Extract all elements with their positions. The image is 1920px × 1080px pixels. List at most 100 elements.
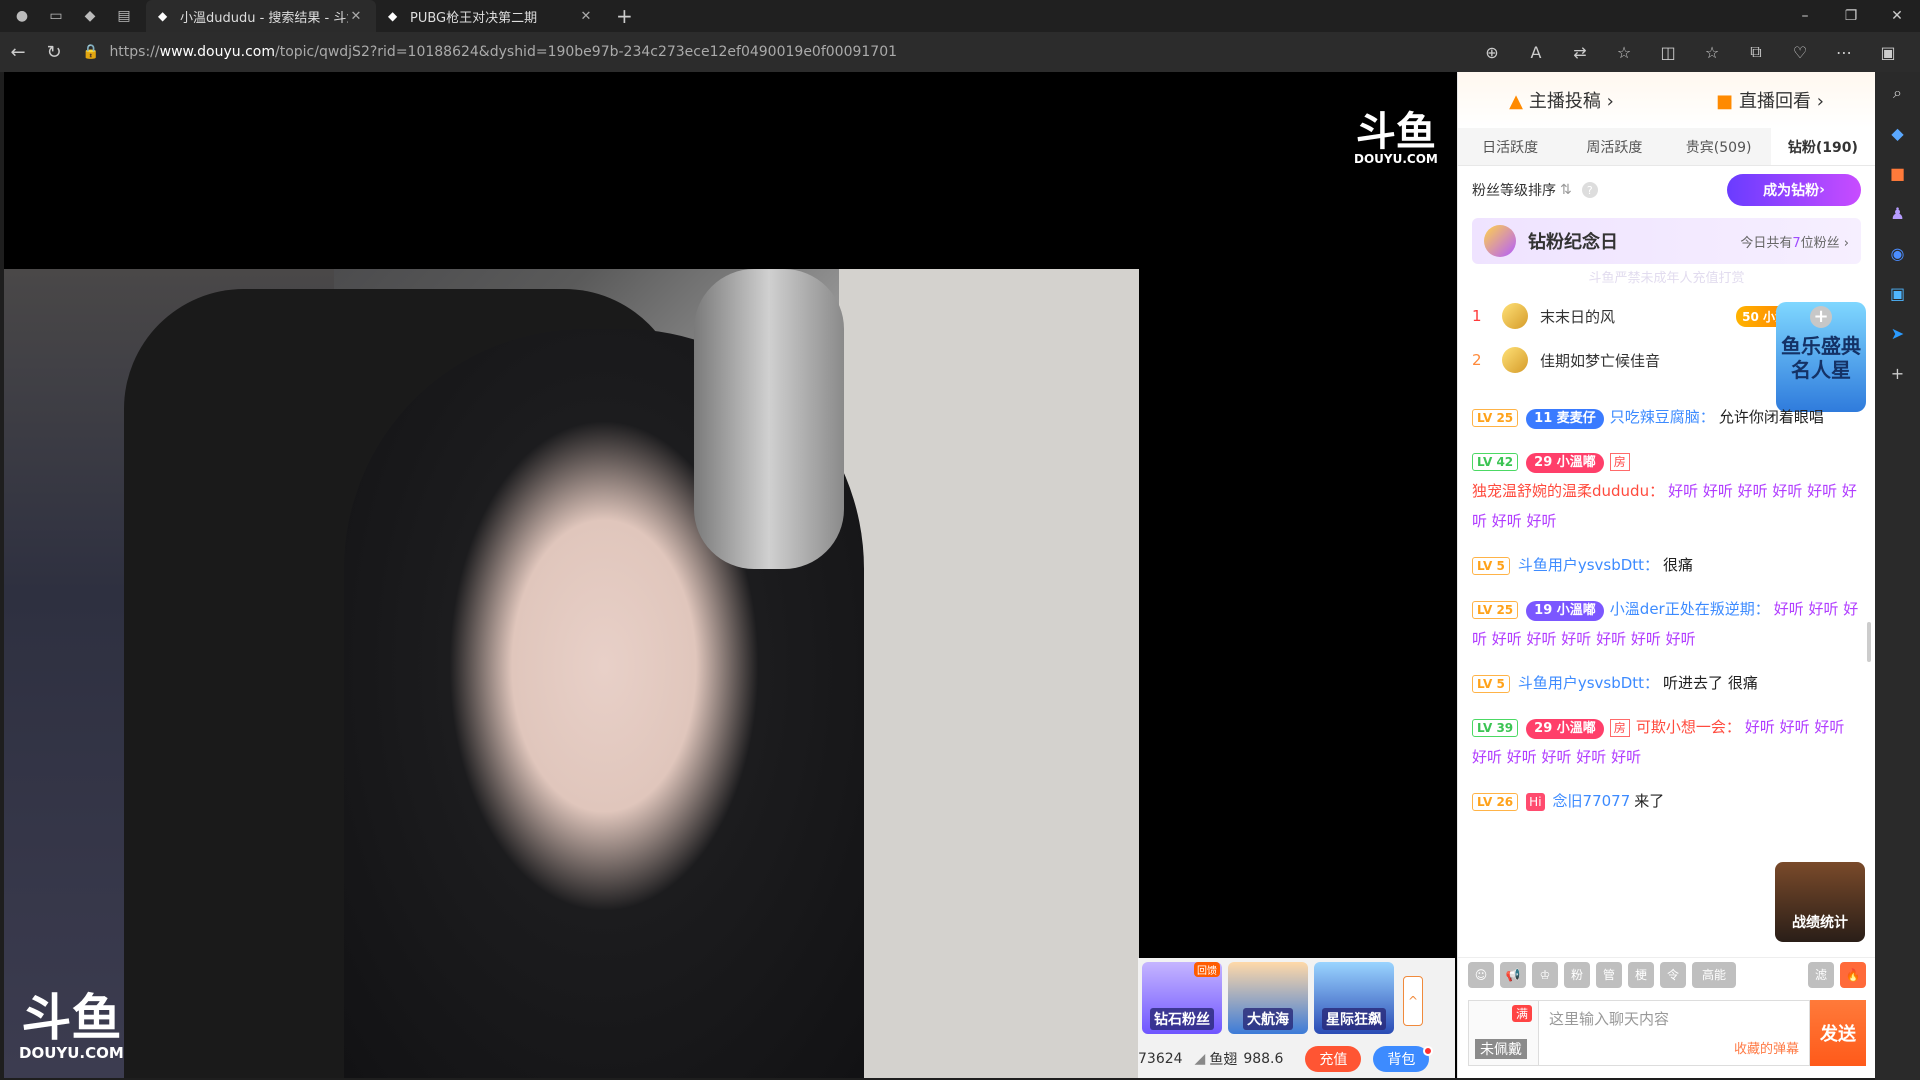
logo-domain: DOUYU.COM: [1354, 152, 1438, 166]
room-badge: 房: [1609, 719, 1630, 737]
fan-badge-selector[interactable]: 满 未佩戴: [1468, 1000, 1538, 1066]
chat-username[interactable]: 只吃辣豆腐脑：: [1610, 408, 1715, 426]
gift-expand-button[interactable]: ^: [1403, 976, 1423, 1026]
collections-icon[interactable]: ⧉: [1734, 42, 1778, 62]
calendar-icon[interactable]: ▤: [112, 4, 136, 28]
chat-input[interactable]: [1539, 1001, 1809, 1037]
anniv-suffix: 位粉丝: [1800, 235, 1840, 251]
search-icon[interactable]: ⌕: [1887, 82, 1909, 104]
replay-icon: ■: [1715, 91, 1733, 112]
yuchi-count: 988.6: [1243, 1051, 1284, 1067]
anniversary-count[interactable]: 今日共有7位粉丝 ›: [1740, 232, 1849, 251]
charge-button[interactable]: 充值: [1305, 1046, 1362, 1072]
chat-username[interactable]: 小溫der正处在叛逆期：: [1610, 600, 1770, 618]
restore-icon[interactable]: ❐: [1828, 0, 1874, 32]
back-icon[interactable]: ←: [0, 34, 36, 70]
chat-username[interactable]: 独宠温舒婉的温柔dududu：: [1472, 482, 1664, 500]
copilot-icon[interactable]: ◉: [1887, 242, 1909, 264]
hi-badge: Hi: [1526, 793, 1545, 811]
tab-vip[interactable]: 贵宾(509): [1667, 128, 1771, 165]
fan-tool-button[interactable]: 粉: [1564, 961, 1590, 988]
celebrity-promo-banner[interactable]: + 鱼乐盛典名人星: [1776, 302, 1866, 412]
douyu-watermark-bottom: 斗鱼 DOUYU.COM: [19, 992, 124, 1062]
anchor-submit-label: 主播投稿: [1528, 91, 1601, 112]
filter-button[interactable]: 滤: [1808, 961, 1834, 988]
tab-weekly[interactable]: 周活跃度: [1562, 128, 1666, 165]
chat-scrollbar[interactable]: [1867, 622, 1871, 662]
translate-icon[interactable]: ⇄: [1558, 43, 1602, 62]
close-icon[interactable]: ✕: [348, 9, 364, 24]
level-badge: LV 25: [1472, 601, 1519, 619]
gift-diamond-fan[interactable]: 回馈 钻石粉丝: [1142, 962, 1222, 1034]
sort-icon[interactable]: ⇅: [1560, 182, 1572, 198]
tab-pubg[interactable]: ◆ PUBG枪王对决第二期 ✕: [376, 0, 606, 32]
battle-stats-button[interactable]: 战绩统计: [1775, 862, 1865, 942]
become-diamond-fan-button[interactable]: 成为钻粉 ›: [1727, 174, 1861, 206]
admin-tool-button[interactable]: 管: [1596, 961, 1622, 988]
tab-actions-icon[interactable]: ▭: [44, 4, 68, 28]
extensions-icon[interactable]: ♡: [1778, 43, 1822, 62]
backpack-button[interactable]: 背包: [1373, 1046, 1434, 1072]
upload-icon: ▲: [1509, 91, 1523, 112]
chat-input-row: 满 未佩戴 收藏的弹幕 发送: [1468, 1000, 1866, 1066]
chat-username[interactable]: 可欺小想一会：: [1636, 718, 1741, 736]
refresh-icon[interactable]: ↻: [36, 34, 72, 70]
douyu-tab-icon[interactable]: ◆: [78, 4, 102, 28]
profile-icon[interactable]: ●: [10, 4, 34, 28]
chat-username[interactable]: 斗鱼用户ysvsbDtt：: [1518, 674, 1659, 692]
more-icon[interactable]: ⋯: [1822, 43, 1866, 62]
saved-danmaku-link[interactable]: 收藏的弹幕: [1734, 1038, 1799, 1057]
url-field[interactable]: 🔒 https://www.douyu.com/topic/qwdjS2?rid…: [82, 37, 1462, 67]
sort-label[interactable]: 粉丝等级排序: [1472, 180, 1556, 200]
chat-username[interactable]: 念旧77077: [1553, 792, 1631, 810]
chat-username[interactable]: 斗鱼用户ysvsbDtt：: [1518, 556, 1659, 574]
close-window-icon[interactable]: ✕: [1874, 0, 1920, 32]
chat-message: LV 26 Hi 念旧77077 来了: [1472, 786, 1862, 816]
command-tool-button[interactable]: 令: [1660, 961, 1686, 988]
plus-icon[interactable]: +: [1810, 306, 1832, 328]
sidebar-toggle-icon[interactable]: ▣: [1866, 43, 1910, 62]
replay-link[interactable]: ■ 直播回看 ›: [1716, 87, 1824, 113]
chat-text: 很痛: [1663, 556, 1694, 574]
diamond-anniversary: 钻粉纪念日 今日共有7位粉丝 ›: [1472, 218, 1861, 264]
url-prefix: https://: [109, 44, 160, 60]
anchor-submit-link[interactable]: ▲ 主播投稿 ›: [1509, 87, 1614, 113]
high-energy-button[interactable]: 高能: [1692, 961, 1736, 988]
gift-star-racer[interactable]: 星际狂飙: [1314, 962, 1394, 1034]
favorite-star-icon[interactable]: ☆: [1602, 43, 1646, 62]
favorites-icon[interactable]: ☆: [1690, 43, 1734, 62]
tab-daily[interactable]: 日活跃度: [1458, 128, 1562, 165]
close-icon[interactable]: ✕: [578, 9, 594, 24]
gift-list: 回馈 钻石粉丝 大航海 星际狂飙: [1142, 962, 1394, 1034]
tab-diamond-fans[interactable]: 钻粉(190): [1770, 128, 1875, 165]
not-worn-label: 未佩戴: [1475, 1039, 1527, 1059]
new-tab-button[interactable]: +: [616, 4, 633, 28]
add-icon[interactable]: +: [1887, 362, 1909, 384]
meme-tool-button[interactable]: 梗: [1628, 961, 1654, 988]
sort-row: 粉丝等级排序 ⇅ ? 成为钻粉 ›: [1458, 166, 1875, 214]
tag-icon[interactable]: ◆: [1887, 122, 1909, 144]
chat-message: LV 5 斗鱼用户ysvsbDtt： 听进去了 很痛: [1472, 668, 1862, 698]
read-aloud-icon[interactable]: A: [1514, 43, 1558, 62]
minimize-icon[interactable]: –: [1782, 0, 1828, 32]
send-button[interactable]: 发送: [1810, 1000, 1866, 1066]
tab-search-results[interactable]: ◆ 小溫dududu - 搜索结果 - 斗鱼直 ✕: [146, 0, 376, 32]
video-player[interactable]: 斗鱼 DOUYU.COM 斗鱼 DOUYU.COM: [4, 72, 1457, 1078]
games-icon[interactable]: ♟: [1887, 202, 1909, 224]
noble-icon[interactable]: ♔: [1532, 961, 1558, 988]
help-icon[interactable]: ?: [1581, 182, 1598, 198]
zoom-icon[interactable]: ⊕: [1470, 43, 1514, 62]
split-screen-icon[interactable]: ◫: [1646, 43, 1690, 62]
outlook-icon[interactable]: ▣: [1887, 282, 1909, 304]
chat-text: 来了: [1634, 792, 1665, 810]
toolbox-icon[interactable]: ■: [1887, 162, 1909, 184]
gift-name: 星际狂飙: [1322, 1008, 1386, 1030]
fire-icon[interactable]: 🔥: [1840, 961, 1866, 988]
crown-icon: [1502, 347, 1528, 373]
emoji-icon[interactable]: ☺: [1468, 961, 1494, 988]
fan-tabs: 日活跃度 周活跃度 贵宾(509) 钻粉(190): [1458, 128, 1875, 166]
send-icon[interactable]: ➤: [1887, 322, 1909, 344]
gift-voyage[interactable]: 大航海: [1228, 962, 1308, 1034]
rank-name: 佳期如梦亡候佳音: [1540, 351, 1661, 370]
broadcast-icon[interactable]: 📢: [1500, 961, 1526, 988]
